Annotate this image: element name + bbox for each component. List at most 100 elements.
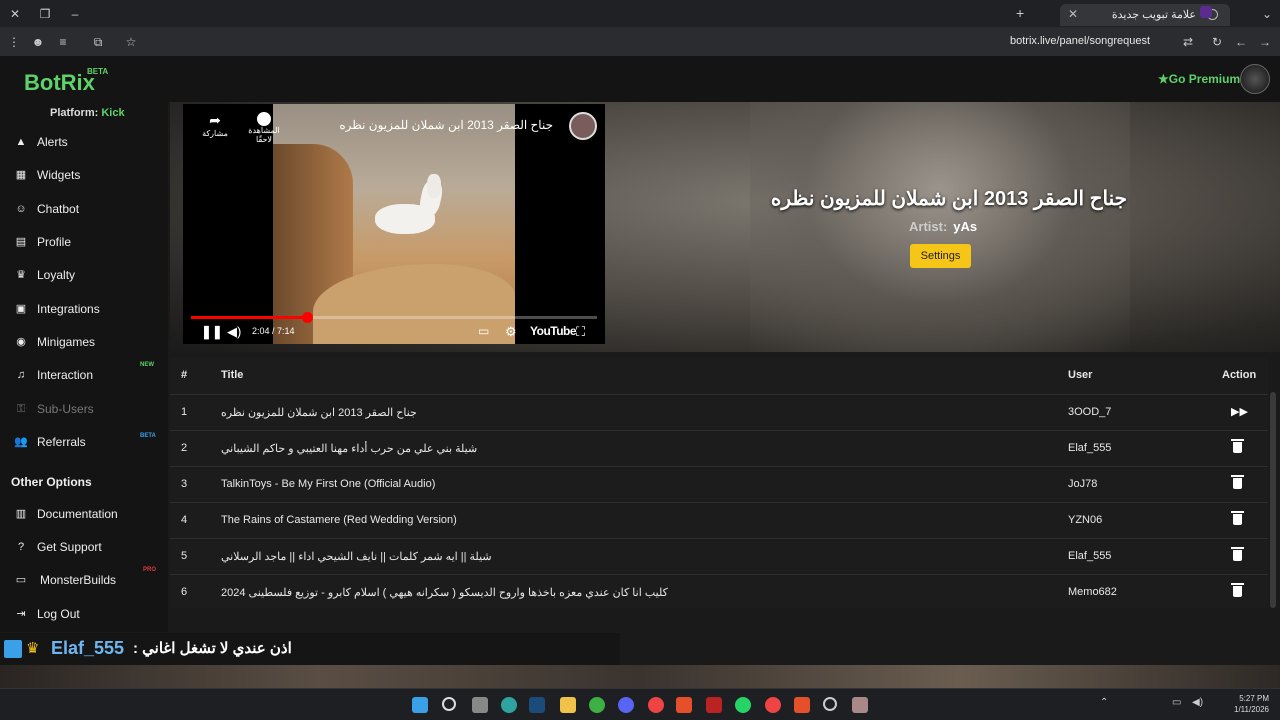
sidebar-item-minigames[interactable]: ◉ Minigames [0,327,168,357]
minimize-window-icon[interactable]: – [66,6,84,22]
brave-icon[interactable] [676,697,692,713]
url-field[interactable]: botrix.live/panel/songrequest [1010,35,1150,47]
platform-value: Kick [101,107,125,119]
pause-icon[interactable]: ❚❚ [201,324,223,340]
close-window-icon[interactable]: ✕ [6,6,24,22]
sidebar-item-sub-users[interactable]: ⚿ Sub-Users [0,394,168,424]
folder-icon[interactable] [560,697,576,713]
sidebar-item-chatbot[interactable]: ☺ Chatbot [0,194,168,224]
question-icon: ? [17,541,25,553]
obs-icon[interactable] [823,697,837,711]
settings-button[interactable]: Settings [910,244,971,268]
watch-later-label: المشاهدة لاحقًا [248,126,280,144]
clock[interactable]: 5:27 PM 1/11/2026 [1234,693,1269,715]
sidebar-item-widgets[interactable]: ▦ Widgets [0,160,168,190]
chrome-icon[interactable] [648,697,664,713]
skip-forward-icon[interactable]: ▶▶ [1231,405,1248,419]
captions-icon[interactable]: ▭ [478,324,489,338]
close-tab-icon[interactable]: ✕ [1068,7,1078,21]
channel-avatar[interactable] [569,112,597,140]
music-icon: ♫ [16,369,26,381]
trash-icon[interactable] [1231,475,1244,489]
trash-icon[interactable] [1231,583,1244,597]
sidebar-item-label: Minigames [37,335,96,349]
reload-icon[interactable]: ↻ [1209,34,1225,50]
sidebar-item-label: Integrations [37,302,100,316]
fullscreen-icon[interactable]: ⛶ [576,324,585,340]
back-icon[interactable]: ← [1233,34,1249,50]
users-icon: 👥 [14,436,28,448]
xbox-icon[interactable] [589,697,605,713]
brave-active-icon[interactable] [794,697,810,713]
video-title[interactable]: جناح الصقر 2013 ابن شملان للمزيون نظره [339,118,553,132]
table-row: 3 TalkinToys - Be My First One (Official… [170,466,1268,502]
watch-later-button[interactable]: المشاهدة لاحقًا [241,112,287,144]
forward-icon[interactable]: → [1257,34,1273,50]
header-user: User [1068,369,1093,381]
taskbar: ⌃ ▭ ◀) 5:27 PM 1/11/2026 [0,688,1280,720]
crown-icon: ♛ [26,640,40,657]
sidebar-item-loyalty[interactable]: ♛ Loyalty [0,260,168,290]
header-action: Action [1222,369,1257,381]
browser-tab-bar: ✕ ❐ – + ✕ علامة تبويب جديدة ⌄ [0,0,1280,28]
chat-message: : اذن عندي لا تشغل اغاني [133,640,292,657]
table-row: 2 شيلة بني علي من حرب أداء مهنا العتيبي … [170,430,1268,466]
go-premium-button[interactable]: ★Go Premium [1158,72,1240,86]
sidebar-item-alerts[interactable]: ▲ Alerts [0,127,168,157]
sidebar-item-documentation[interactable]: ▥ Documentation [0,499,168,529]
menu-icon[interactable]: ⋮ [6,34,22,50]
row-user: Elaf_555 [1068,550,1112,562]
record-icon[interactable] [706,697,722,713]
volume-tray-icon[interactable]: ◀) [1192,697,1208,713]
discord-icon[interactable] [618,697,634,713]
beta-badge: BETA [87,67,109,76]
whatsapp-icon[interactable] [735,697,751,713]
restore-window-icon[interactable]: ❐ [36,6,54,22]
tray-chevron-icon[interactable]: ⌃ [1100,697,1116,713]
sidebar-item-interaction[interactable]: ♫ Interaction NEW [0,360,168,390]
pinned-tab-icon[interactable] [1200,6,1212,18]
network-icon[interactable]: ▭ [1172,697,1188,713]
site-settings-icon[interactable]: ⇄ [1180,34,1196,50]
search-icon[interactable] [442,697,456,711]
app-icon[interactable] [852,697,868,713]
sidebar-item-integrations[interactable]: ▣ Integrations [0,294,168,324]
clock-time: 5:27 PM [1239,694,1269,703]
page-scrollbar[interactable] [1270,392,1276,608]
steam-icon[interactable] [529,697,545,713]
volume-icon[interactable]: ◀) [227,324,241,340]
sidebar-item-get-support[interactable]: ? Get Support [0,532,168,562]
new-tab-icon[interactable]: + [1016,5,1024,21]
sidebar-item-referrals[interactable]: 👥 Referrals BETA [0,427,168,457]
gamepad-icon: ◉ [16,336,26,348]
settings-gear-icon[interactable]: ⚙ [505,324,517,340]
sidebar: Platform: Kick ▲ Alerts ▦ Widgets ☺ Chat… [0,102,168,632]
customize-icon[interactable]: ≡ [55,34,71,50]
header-num: # [181,369,188,381]
trash-icon[interactable] [1231,547,1244,561]
tab-search-icon[interactable]: ⌄ [1258,6,1276,22]
video-frame[interactable] [273,104,515,344]
youtube-player[interactable]: ➦ مشاركة المشاهدة لاحقًا جناح الصقر 2013… [183,104,605,344]
trash-icon[interactable] [1231,511,1244,525]
row-user: YZN06 [1068,514,1103,526]
botrix-logo[interactable]: BotRix [24,70,95,96]
sidebar-item-monsterbuilds[interactable]: ▭ MonsterBuilds PRO [0,565,168,595]
edge-icon[interactable] [501,697,517,713]
sidebar-item-profile[interactable]: ▤ Profile [0,227,168,257]
trash-icon[interactable] [1231,439,1244,453]
chrome-active-icon[interactable] [765,697,781,713]
clock-icon [257,112,271,126]
progress-bar[interactable] [191,312,597,323]
artist-line: Artist: yAs [909,219,977,234]
task-view-icon[interactable] [472,697,488,713]
row-title: TalkinToys - Be My First One (Official A… [221,478,436,490]
user-avatar[interactable] [1240,64,1270,94]
extensions-icon[interactable]: ⧉ [90,34,106,50]
start-icon[interactable] [412,697,428,713]
youtube-logo[interactable]: YouTube [530,324,577,338]
profile-icon[interactable]: ☻ [30,34,46,50]
sidebar-item-logout[interactable]: ⇥ Log Out [0,599,168,629]
bookmark-star-icon[interactable]: ☆ [123,34,139,50]
share-button[interactable]: ➦ مشاركة [197,112,233,138]
